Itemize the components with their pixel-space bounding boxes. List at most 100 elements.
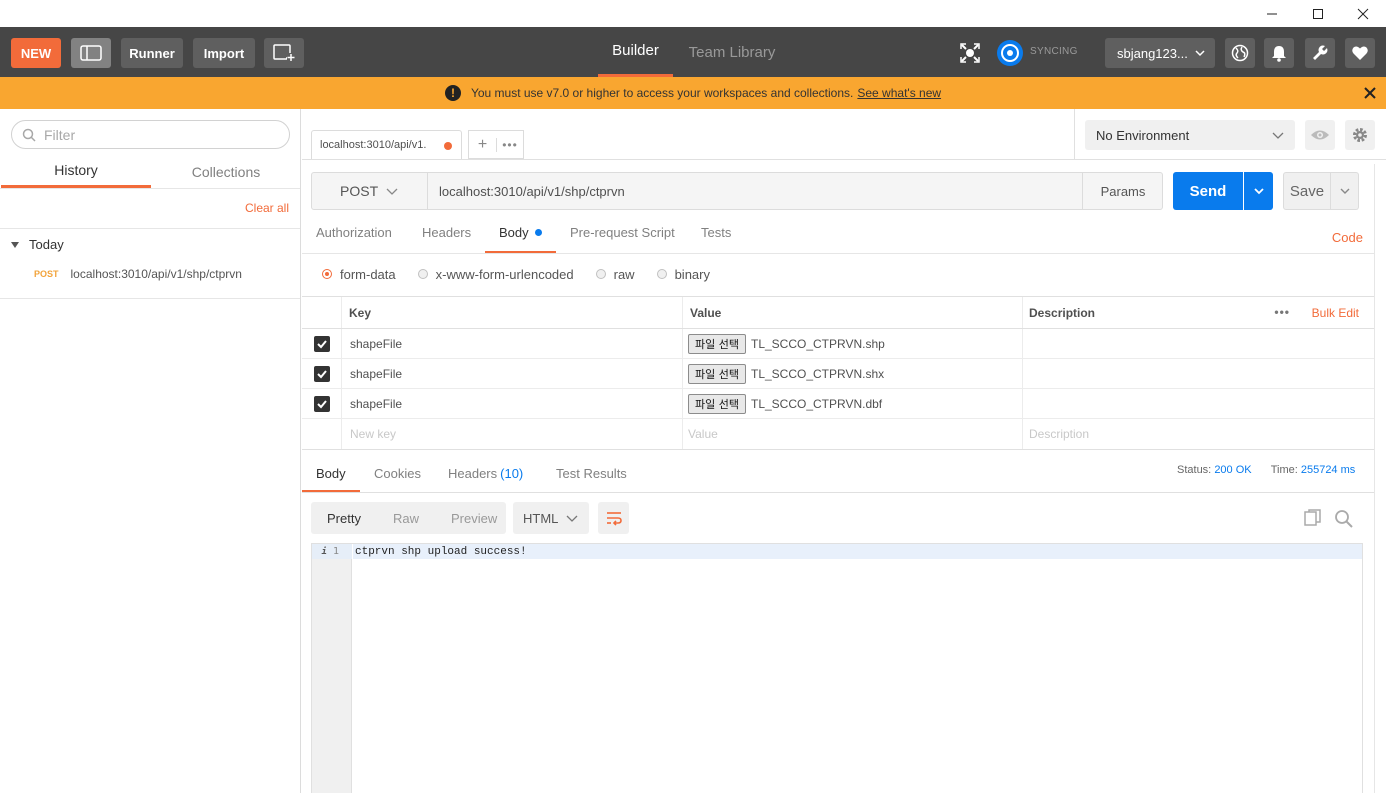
tab-body[interactable]: Body (485, 225, 556, 253)
history-group-label: Today (29, 237, 64, 252)
sidebar-toggle-button[interactable] (71, 38, 111, 68)
import-button[interactable]: Import (193, 38, 255, 68)
tab-pre-request-script[interactable]: Pre-request Script (570, 225, 675, 253)
row-key[interactable]: shapeFile (342, 389, 683, 418)
view-pretty-button[interactable]: Pretty (311, 511, 377, 526)
close-window-button[interactable] (1340, 0, 1386, 27)
response-tab-cookies[interactable]: Cookies (374, 466, 421, 492)
row-description[interactable] (1023, 329, 1374, 358)
history-group-today[interactable]: Today (11, 237, 64, 252)
runner-button[interactable]: Runner (121, 38, 183, 68)
divider (0, 228, 300, 229)
row-checkbox[interactable] (313, 335, 330, 352)
params-button[interactable]: Params (1082, 173, 1163, 209)
manage-environments-button[interactable] (1345, 120, 1375, 150)
response-tab-test-results[interactable]: Test Results (556, 466, 627, 492)
save-button[interactable]: Save (1283, 172, 1331, 210)
request-tab[interactable]: localhost:3010/api/v1. (311, 130, 462, 159)
wrap-lines-button[interactable] (598, 502, 629, 534)
history-method: POST (34, 269, 59, 279)
copy-button[interactable] (1304, 509, 1322, 530)
row-description[interactable] (1023, 359, 1374, 388)
new-button[interactable]: NEW (11, 38, 61, 68)
tab-headers[interactable]: Headers (422, 225, 471, 253)
response-body-editor[interactable]: i1 ctprvn shp upload success! (311, 543, 1363, 793)
banner-close-button[interactable] (1362, 85, 1378, 101)
request-tab-label: localhost:3010/api/v1. (320, 139, 427, 151)
add-tab-button[interactable]: + (469, 136, 496, 154)
choose-file-button[interactable]: 파일 선택 (688, 333, 746, 354)
tab-tests[interactable]: Tests (701, 225, 731, 253)
row-key[interactable]: shapeFile (342, 329, 683, 358)
filter-input[interactable] (44, 126, 264, 143)
save-dropdown-button[interactable] (1331, 172, 1359, 210)
format-select[interactable]: HTML (513, 502, 589, 534)
more-options-icon[interactable]: ••• (1274, 305, 1290, 319)
eye-icon (1311, 130, 1329, 140)
environment-select[interactable]: No Environment (1085, 120, 1295, 150)
tab-history[interactable]: History (1, 155, 151, 188)
row-description[interactable] (1023, 389, 1374, 418)
row-value: 파일 선택 TL_SCCO_CTPRVN.shp (683, 329, 1023, 358)
time-label: Time: (1270, 464, 1298, 476)
notifications-button[interactable] (1264, 38, 1294, 68)
sync-status-button[interactable] (995, 38, 1025, 68)
chevron-down-icon (1272, 132, 1284, 139)
filter-field[interactable] (11, 120, 290, 149)
radio-raw[interactable]: raw (595, 267, 635, 282)
choose-file-button[interactable]: 파일 선택 (688, 393, 746, 414)
new-window-button[interactable] (264, 38, 304, 68)
history-item[interactable]: POST localhost:3010/api/v1/shp/ctprvn (34, 267, 242, 281)
radio-x-www-form-urlencoded[interactable]: x-www-form-urlencoded (417, 267, 574, 282)
radio-form-data[interactable]: form-data (322, 267, 396, 282)
heart-button[interactable] (1345, 38, 1375, 68)
more-tabs-button[interactable]: ••• (495, 137, 523, 152)
column-header-key: Key (342, 297, 683, 328)
new-description-input[interactable]: Description (1023, 419, 1374, 449)
divider (302, 253, 1386, 254)
view-raw-button[interactable]: Raw (377, 511, 435, 526)
sidebar-icon (80, 45, 102, 61)
divider (302, 159, 1386, 160)
row-checkbox[interactable] (313, 365, 330, 382)
tab-collections[interactable]: Collections (151, 155, 301, 188)
response-tab-body[interactable]: Body (302, 466, 360, 492)
method-value: POST (340, 183, 379, 199)
send-button[interactable]: Send (1173, 172, 1243, 210)
environment-quick-look-button[interactable] (1305, 120, 1335, 150)
new-row: New key Value Description (302, 419, 1374, 449)
send-dropdown-button[interactable] (1244, 172, 1273, 210)
interceptor-button[interactable] (955, 38, 985, 68)
minimize-button[interactable] (1249, 0, 1295, 27)
bulk-edit-link[interactable]: Bulk Edit (1312, 306, 1359, 320)
row-key[interactable]: shapeFile (342, 359, 683, 388)
main-scrollbar[interactable] (1374, 164, 1386, 793)
tab-authorization[interactable]: Authorization (316, 225, 392, 253)
view-preview-button[interactable]: Preview (435, 511, 513, 526)
new-value-input[interactable]: Value (683, 419, 1023, 449)
method-select[interactable]: POST (312, 173, 428, 209)
clear-all-link[interactable]: Clear all (245, 201, 289, 215)
user-menu[interactable]: sbjang123... (1105, 38, 1215, 68)
maximize-button[interactable] (1295, 0, 1341, 27)
chevron-down-icon (386, 188, 398, 195)
response-tab-headers[interactable]: Headers (10) (448, 466, 523, 492)
divider (1074, 109, 1075, 159)
row-checkbox[interactable] (313, 395, 330, 412)
bell-icon (1272, 46, 1286, 62)
radio-binary[interactable]: binary (656, 267, 710, 282)
tab-builder[interactable]: Builder (598, 27, 673, 77)
time-value: 255724 ms (1300, 464, 1356, 476)
url-input[interactable] (429, 173, 1081, 209)
tab-team-library[interactable]: Team Library (682, 27, 782, 77)
choose-file-button[interactable]: 파일 선택 (688, 363, 746, 384)
headers-count: (10) (500, 466, 524, 481)
whats-new-link[interactable]: See what's new (857, 86, 941, 100)
settings-button[interactable] (1305, 38, 1335, 68)
new-key-input[interactable]: New key (342, 419, 683, 449)
sync-icon (997, 40, 1023, 66)
code-link[interactable]: Code (1332, 230, 1363, 245)
search-response-button[interactable] (1334, 509, 1354, 532)
globe-button[interactable] (1225, 38, 1255, 68)
builder-main: localhost:3010/api/v1. + ••• No Environm… (302, 109, 1386, 793)
